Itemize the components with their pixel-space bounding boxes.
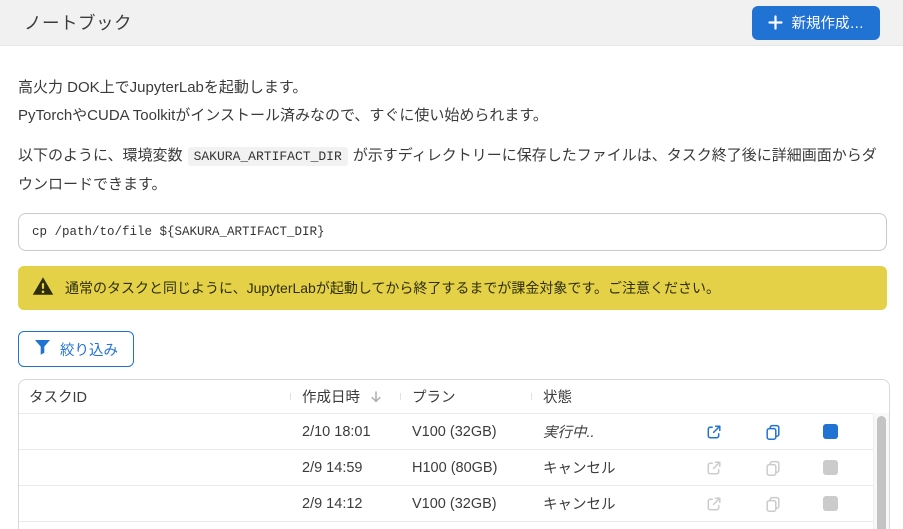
stop-icon (822, 496, 838, 511)
scrollbar-thumb[interactable] (877, 416, 886, 529)
copy-icon (766, 496, 780, 512)
task-plan: V100 (32GB) (412, 423, 497, 440)
sort-desc-icon[interactable] (369, 390, 383, 404)
table-row: 2/9 14:59 H100 (80GB) キャンセル (19, 449, 874, 485)
stop-icon (822, 460, 838, 475)
stop-task-button (822, 460, 838, 475)
copy-button (764, 495, 782, 513)
code-command: cp /path/to/file ${SAKURA_ARTIFACT_DIR} (32, 225, 325, 239)
copy-icon (766, 424, 780, 440)
task-created-at: 2/9 14:12 (302, 495, 363, 512)
warning-icon (32, 276, 54, 301)
column-header-plan: プラン (400, 386, 531, 407)
table-body: 2/10 18:01 V100 (32GB) 実行中.. 2/9 14:59 H… (19, 413, 889, 521)
task-status: 実行中.. (543, 425, 595, 441)
filter-funnel-icon (34, 339, 51, 359)
table-row-partial (19, 521, 874, 529)
open-external-button (705, 459, 723, 477)
copy-button (764, 459, 782, 477)
env-text-before: 以下のように、環境変数 (18, 147, 183, 164)
task-table: タスクID 作成日時 プラン 状態 2/10 18:01 V100 (32GB)… (18, 379, 890, 529)
table-row: 2/9 14:12 V100 (32GB) キャンセル (19, 485, 874, 521)
create-new-button[interactable]: 新規作成… (751, 5, 880, 40)
notebook-page: ノートブック 新規作成… 高火力 DOK上でJupyterLabを起動します。 … (0, 0, 903, 529)
stop-task-button (822, 496, 838, 511)
stop-task-button[interactable] (822, 424, 838, 439)
task-created-at: 2/9 14:59 (302, 459, 363, 476)
column-header-task-id: タスクID (29, 390, 87, 406)
filter-label: 絞り込み (60, 342, 118, 359)
open-external-button (705, 495, 723, 513)
created-at-label: 作成日時 (302, 390, 360, 406)
create-new-label: 新規作成… (791, 16, 865, 32)
code-block: cp /path/to/file ${SAKURA_ARTIFACT_DIR} (18, 213, 887, 251)
task-status: キャンセル (543, 461, 616, 477)
billing-warning-banner: 通常のタスクと同じように、JupyterLabが起動してから終了するまでが課金対… (18, 266, 887, 310)
table-header-row: タスクID 作成日時 プラン 状態 (19, 380, 889, 413)
table-scrollbar[interactable] (873, 413, 889, 529)
open-external-button[interactable] (705, 423, 723, 441)
env-var-paragraph: 以下のように、環境変数 SAKURA_ARTIFACT_DIR が示すディレクトリー… (18, 142, 887, 199)
filter-button[interactable]: 絞り込み (18, 331, 134, 367)
column-header-status: 状態 (531, 386, 671, 407)
intro-text: 高火力 DOK上でJupyterLabを起動します。 PyTorchやCUDA … (18, 74, 887, 130)
plus-icon (767, 15, 783, 30)
warning-message: 通常のタスクと同じように、JupyterLabが起動してから終了するまでが課金対… (65, 280, 721, 296)
env-var-code: SAKURA_ARTIFACT_DIR (187, 147, 348, 166)
copy-icon (766, 460, 780, 476)
task-status: キャンセル (543, 497, 616, 513)
intro-line-1: 高火力 DOK上でJupyterLabを起動します。 (18, 79, 308, 96)
task-created-at: 2/10 18:01 (302, 423, 371, 440)
task-plan: V100 (32GB) (412, 495, 497, 512)
page-header: ノートブック 新規作成… (0, 0, 903, 46)
table-row: 2/10 18:01 V100 (32GB) 実行中.. (19, 413, 874, 449)
copy-button[interactable] (764, 423, 782, 441)
stop-icon (822, 424, 838, 439)
page-title: ノートブック (24, 13, 132, 33)
task-plan: H100 (80GB) (412, 459, 498, 476)
intro-line-2: PyTorchやCUDA Toolkitがインストール済みなので、すぐに使い始め… (18, 107, 548, 124)
column-header-created-at[interactable]: 作成日時 (290, 386, 400, 407)
